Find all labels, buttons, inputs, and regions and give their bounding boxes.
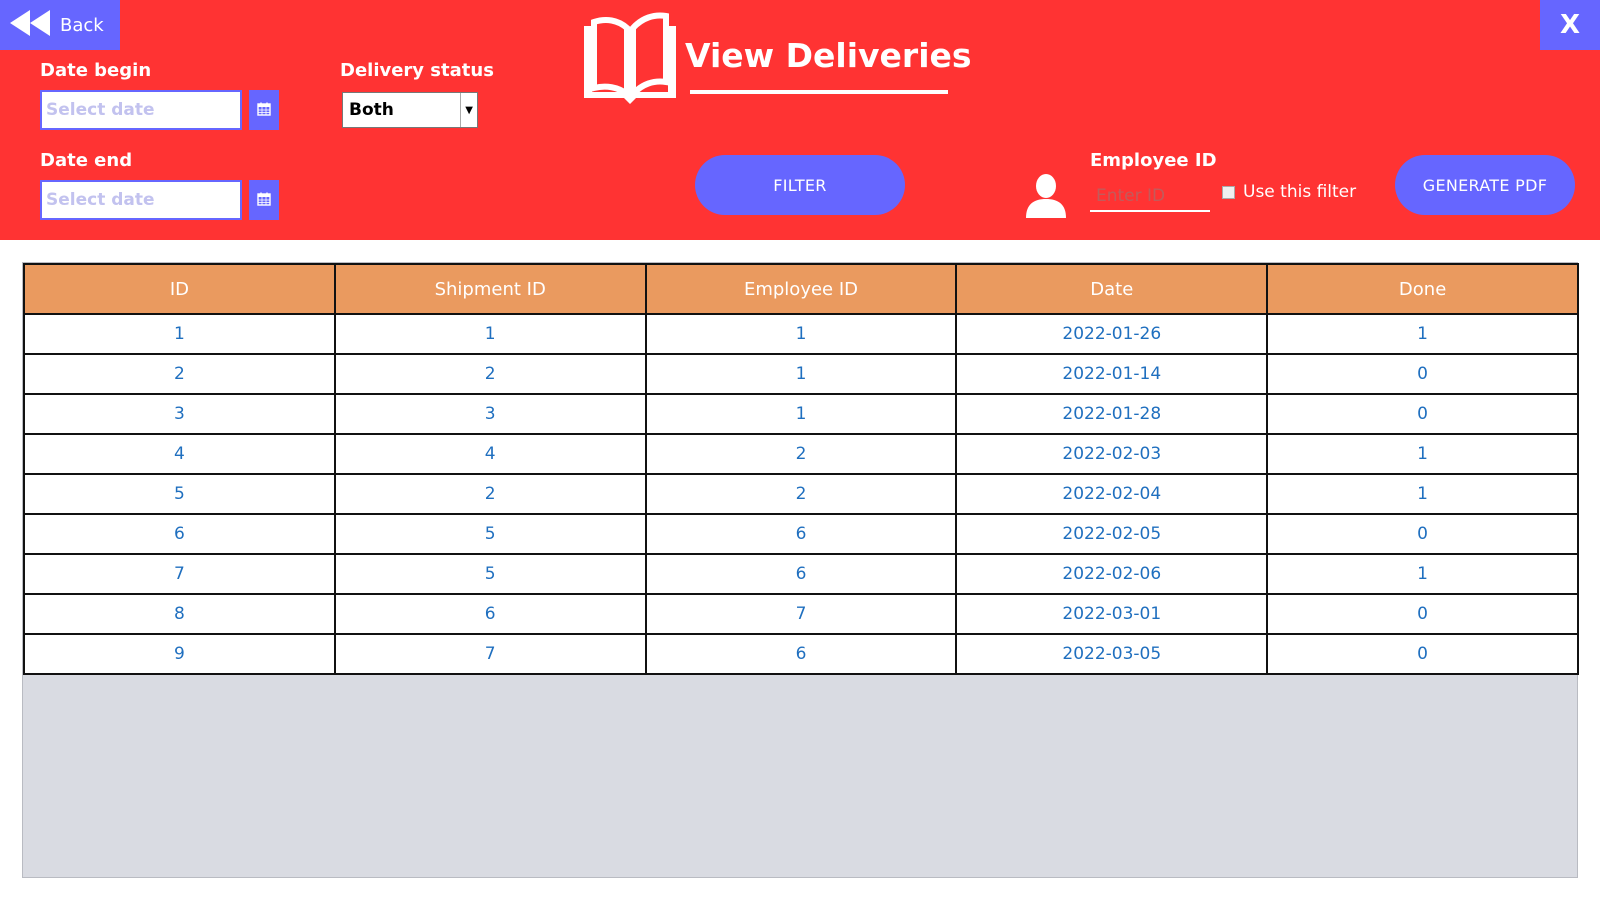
generate-pdf-button[interactable]: GENERATE PDF bbox=[1395, 155, 1575, 215]
column-header-employee-id[interactable]: Employee ID bbox=[644, 263, 958, 315]
delivery-status-select[interactable]: Both ▼ bbox=[342, 92, 478, 128]
cell-employee-id: 6 bbox=[644, 513, 958, 555]
cell-done: 0 bbox=[1266, 353, 1579, 395]
cell-employee-id: 1 bbox=[644, 393, 958, 435]
cell-id: 1 bbox=[23, 313, 336, 355]
cell-shipment-id: 3 bbox=[333, 393, 647, 435]
cell-shipment-id: 1 bbox=[333, 313, 647, 355]
cell-date: 2022-02-04 bbox=[955, 473, 1269, 515]
cell-id: 6 bbox=[23, 513, 336, 555]
date-begin-calendar-button[interactable] bbox=[249, 90, 279, 130]
use-filter-checkbox[interactable]: Use this filter bbox=[1222, 182, 1356, 202]
cell-done: 0 bbox=[1266, 513, 1579, 555]
cell-shipment-id: 6 bbox=[333, 593, 647, 635]
delivery-status-label: Delivery status bbox=[340, 60, 494, 81]
cell-done: 1 bbox=[1266, 313, 1579, 355]
cell-shipment-id: 5 bbox=[333, 513, 647, 555]
cell-id: 3 bbox=[23, 393, 336, 435]
table-row[interactable]: 7 5 6 2022-02-06 1 bbox=[23, 553, 1579, 595]
chevron-down-icon: ▼ bbox=[460, 93, 473, 127]
deliveries-table: ID Shipment ID Employee ID Date Done 1 1… bbox=[23, 263, 1579, 675]
column-header-date[interactable]: Date bbox=[955, 263, 1269, 315]
cell-shipment-id: 2 bbox=[333, 473, 647, 515]
date-end-label: Date end bbox=[40, 150, 133, 171]
cell-shipment-id: 4 bbox=[333, 433, 647, 475]
employee-id-input[interactable] bbox=[1090, 182, 1210, 212]
delivery-status-value: Both bbox=[349, 100, 394, 120]
cell-date: 2022-03-05 bbox=[955, 633, 1269, 675]
header-bar: Back X Date begin Date end bbox=[0, 0, 1600, 240]
use-filter-label: Use this filter bbox=[1243, 182, 1357, 202]
deliveries-table-area: ID Shipment ID Employee ID Date Done 1 1… bbox=[22, 262, 1579, 878]
cell-shipment-id: 7 bbox=[333, 633, 647, 675]
date-begin-input[interactable] bbox=[40, 90, 242, 130]
cell-employee-id: 1 bbox=[644, 353, 958, 395]
cell-employee-id: 6 bbox=[644, 633, 958, 675]
user-icon bbox=[1024, 172, 1068, 222]
cell-id: 4 bbox=[23, 433, 336, 475]
book-icon bbox=[580, 12, 680, 114]
table-row[interactable]: 1 1 1 2022-01-26 1 bbox=[23, 313, 1579, 355]
table-row[interactable]: 8 6 7 2022-03-01 0 bbox=[23, 593, 1579, 635]
cell-date: 2022-01-14 bbox=[955, 353, 1269, 395]
cell-done: 1 bbox=[1266, 473, 1579, 515]
cell-date: 2022-02-03 bbox=[955, 433, 1269, 475]
cell-done: 0 bbox=[1266, 393, 1579, 435]
cell-employee-id: 6 bbox=[644, 553, 958, 595]
calendar-icon bbox=[257, 101, 271, 120]
double-left-arrow-icon bbox=[8, 8, 52, 42]
cell-id: 5 bbox=[23, 473, 336, 515]
cell-id: 9 bbox=[23, 633, 336, 675]
date-begin-label: Date begin bbox=[40, 60, 152, 81]
column-header-done[interactable]: Done bbox=[1266, 263, 1579, 315]
cell-done: 0 bbox=[1266, 593, 1579, 635]
table-row[interactable]: 2 2 1 2022-01-14 0 bbox=[23, 353, 1579, 395]
table-header-row: ID Shipment ID Employee ID Date Done bbox=[23, 263, 1579, 315]
cell-date: 2022-02-05 bbox=[955, 513, 1269, 555]
calendar-icon bbox=[257, 191, 271, 210]
cell-id: 8 bbox=[23, 593, 336, 635]
filter-button[interactable]: FILTER bbox=[695, 155, 905, 215]
cell-id: 7 bbox=[23, 553, 336, 595]
checkbox-box[interactable] bbox=[1222, 185, 1235, 199]
cell-done: 0 bbox=[1266, 633, 1579, 675]
table-row[interactable]: 6 5 6 2022-02-05 0 bbox=[23, 513, 1579, 555]
cell-shipment-id: 5 bbox=[333, 553, 647, 595]
column-header-shipment-id[interactable]: Shipment ID bbox=[333, 263, 647, 315]
page-title-group: View Deliveries bbox=[580, 10, 972, 110]
back-button[interactable]: Back bbox=[0, 0, 120, 50]
table-row[interactable]: 4 4 2 2022-02-03 1 bbox=[23, 433, 1579, 475]
column-header-id[interactable]: ID bbox=[23, 263, 336, 315]
cell-done: 1 bbox=[1266, 433, 1579, 475]
cell-id: 2 bbox=[23, 353, 336, 395]
cell-employee-id: 1 bbox=[644, 313, 958, 355]
table-row[interactable]: 3 3 1 2022-01-28 0 bbox=[23, 393, 1579, 435]
page-title: View Deliveries bbox=[685, 36, 972, 75]
cell-date: 2022-01-28 bbox=[955, 393, 1269, 435]
cell-employee-id: 2 bbox=[644, 433, 958, 475]
date-end-input[interactable] bbox=[40, 180, 242, 220]
cell-shipment-id: 2 bbox=[333, 353, 647, 395]
cell-date: 2022-01-26 bbox=[955, 313, 1269, 355]
cell-date: 2022-02-06 bbox=[955, 553, 1269, 595]
back-label: Back bbox=[60, 14, 104, 36]
cell-employee-id: 2 bbox=[644, 473, 958, 515]
close-button[interactable]: X bbox=[1540, 0, 1600, 50]
employee-id-label: Employee ID bbox=[1090, 150, 1217, 171]
table-row[interactable]: 9 7 6 2022-03-05 0 bbox=[23, 633, 1579, 675]
cell-done: 1 bbox=[1266, 553, 1579, 595]
table-row[interactable]: 5 2 2 2022-02-04 1 bbox=[23, 473, 1579, 515]
title-underline bbox=[690, 90, 948, 94]
date-end-calendar-button[interactable] bbox=[249, 180, 279, 220]
cell-date: 2022-03-01 bbox=[955, 593, 1269, 635]
cell-employee-id: 7 bbox=[644, 593, 958, 635]
